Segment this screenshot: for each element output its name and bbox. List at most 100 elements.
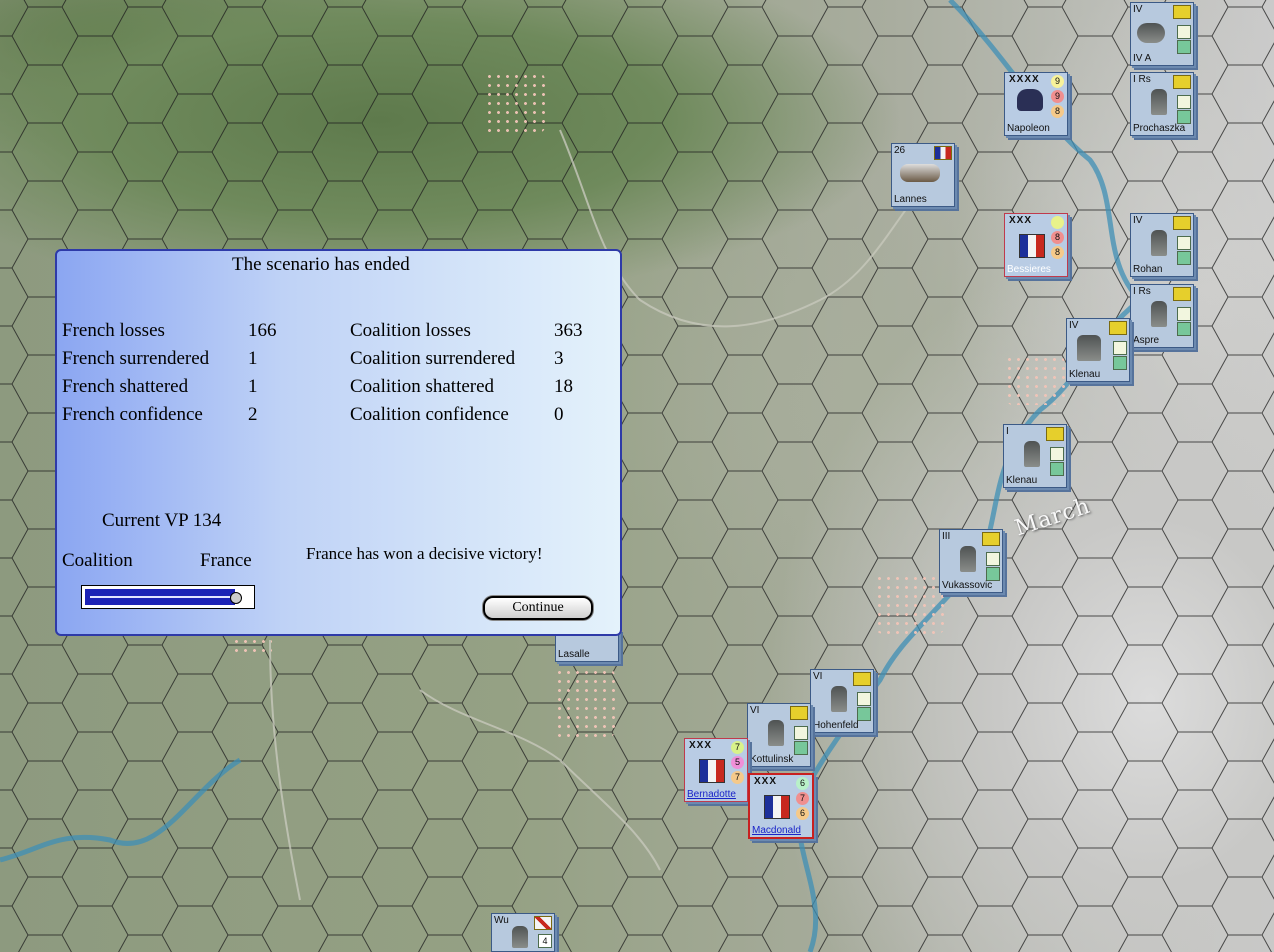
- morale-box: [1177, 40, 1191, 54]
- austrian-eagle-flag-icon: [1173, 287, 1191, 301]
- stat-label: Coalition surrendered: [350, 348, 516, 369]
- unit-counter[interactable]: IV Klenau: [1066, 318, 1130, 382]
- town-marker: [555, 668, 615, 738]
- continue-button[interactable]: Continue: [483, 596, 593, 620]
- town-marker: [485, 72, 545, 134]
- strength-value: 4: [538, 934, 552, 948]
- rating-dots: 6 7 6: [796, 777, 810, 822]
- stat-value: 0: [554, 404, 564, 425]
- stat-value: 2: [248, 404, 258, 425]
- morale-box: [1177, 251, 1191, 265]
- strength-box: [1177, 25, 1191, 39]
- stat-value: 3: [554, 348, 564, 369]
- strength-box: [1050, 447, 1064, 461]
- unit-counter[interactable]: XXX 6 7 6 Macdonald: [748, 773, 814, 839]
- rating-value: 6: [796, 807, 809, 820]
- unit-rank: XXX: [1009, 215, 1033, 226]
- unit-rank: IV: [1133, 4, 1143, 15]
- morale-box: [857, 707, 871, 721]
- austrian-eagle-flag-icon: [1173, 75, 1191, 89]
- strength-box: [1177, 95, 1191, 109]
- unit-counter[interactable]: IV Rohan: [1130, 213, 1194, 277]
- unit-counter[interactable]: I Rs Prochaszka: [1130, 72, 1194, 136]
- austrian-eagle-flag-icon: [1173, 216, 1191, 230]
- morale-box: [986, 567, 1000, 581]
- scenario-end-dialog: The scenario has ended French losses 166…: [55, 249, 622, 636]
- unit-counter[interactable]: XXX 8 8 Bessieres: [1004, 213, 1068, 277]
- unit-counter[interactable]: 26 Lannes: [891, 143, 955, 207]
- artillery-cannon-icon: [1137, 23, 1165, 43]
- stat-label: Coalition shattered: [350, 376, 495, 397]
- infantry-soldier-icon: [960, 546, 976, 572]
- infantry-soldier-icon: [1151, 230, 1167, 256]
- unit-counter[interactable]: XXXX 9 9 8 Napoleon: [1004, 72, 1068, 136]
- strength-box: [1177, 236, 1191, 250]
- unit-rank: VI: [750, 705, 760, 716]
- unit-counter[interactable]: I Klenau: [1003, 424, 1067, 488]
- unit-rank: I Rs: [1133, 286, 1151, 297]
- stat-value: 1: [248, 348, 258, 369]
- unit-name: Aspre: [1133, 335, 1160, 346]
- rating-value: 6: [796, 777, 809, 790]
- unit-counter[interactable]: VI Kottulinsk: [747, 703, 811, 767]
- strength-box: [794, 726, 808, 740]
- unit-name: Hohenfeld: [813, 720, 859, 731]
- austrian-eagle-flag-icon: [1173, 5, 1191, 19]
- rating-value: 8: [1051, 246, 1064, 259]
- unit-counter[interactable]: Wu 4: [491, 913, 555, 952]
- stat-value: 166: [248, 320, 277, 341]
- unit-name: Bernadotte: [687, 789, 736, 800]
- stat-value: 18: [554, 376, 573, 397]
- rating-dots: 9 9 8: [1051, 75, 1065, 120]
- unit-counter[interactable]: IV IV A: [1130, 2, 1194, 66]
- unit-counter[interactable]: I Rs Aspre: [1130, 284, 1194, 348]
- unit-name: Bessieres: [1007, 264, 1051, 275]
- unit-rank: 26: [894, 145, 906, 156]
- unit-rank: XXX: [754, 776, 778, 787]
- unit-rank: III: [942, 531, 951, 542]
- rating-value: 5: [731, 756, 744, 769]
- unit-rank: IV: [1069, 320, 1079, 331]
- austrian-eagle-flag-icon: [790, 706, 808, 720]
- vp-bar-marker-icon: [230, 592, 242, 604]
- unit-name: Vukassovic: [942, 580, 993, 591]
- stat-label: French shattered: [62, 376, 189, 397]
- french-flag-icon: [764, 795, 790, 819]
- town-marker: [1005, 355, 1065, 405]
- unit-counter[interactable]: XXX 7 5 7 Bernadotte: [684, 738, 748, 802]
- austrian-eagle-flag-icon: [982, 532, 1000, 546]
- morale-box: [1113, 356, 1127, 370]
- rating-value: 8: [1051, 231, 1064, 244]
- unit-name: Wu: [494, 915, 509, 926]
- stat-label: Coalition confidence: [350, 404, 509, 425]
- rating-value: 8: [1051, 105, 1064, 118]
- infantry-soldier-icon: [1151, 89, 1167, 115]
- unit-name: Napoleon: [1007, 123, 1050, 134]
- unit-name: Klenau: [1006, 475, 1038, 486]
- rating-value: 7: [731, 741, 744, 754]
- unit-name: Klenau: [1069, 369, 1101, 380]
- morale-box: [1177, 322, 1191, 336]
- unit-rank: XXXX: [1009, 74, 1040, 85]
- cavalry-horseman-icon: [512, 926, 528, 948]
- vp-scale-left-label: Coalition: [62, 550, 133, 571]
- austrian-eagle-flag-icon: [853, 672, 871, 686]
- morale-box: [1050, 462, 1064, 476]
- current-vp: Current VP 134: [102, 510, 222, 531]
- unit-name: Kottulinsk: [750, 754, 794, 765]
- rating-value: 9: [1051, 90, 1064, 103]
- dialog-title: The scenario has ended: [232, 254, 410, 275]
- stat-value: 363: [554, 320, 583, 341]
- austrian-eagle-flag-icon: [1109, 321, 1127, 335]
- infantry-soldier-icon: [768, 720, 784, 746]
- unit-counter[interactable]: III Vukassovic: [939, 529, 1003, 593]
- strength-box: [857, 692, 871, 706]
- vp-balance-bar: [81, 585, 255, 609]
- unit-name: Lannes: [894, 194, 927, 205]
- supply-wagon-icon: [900, 164, 940, 182]
- stat-value: 1: [248, 376, 258, 397]
- unit-counter[interactable]: VI Hohenfeld: [810, 669, 874, 733]
- unit-name: Lasalle: [558, 649, 590, 660]
- unit-name: Rohan: [1133, 264, 1163, 275]
- austrian-eagle-flag-icon: [1046, 427, 1064, 441]
